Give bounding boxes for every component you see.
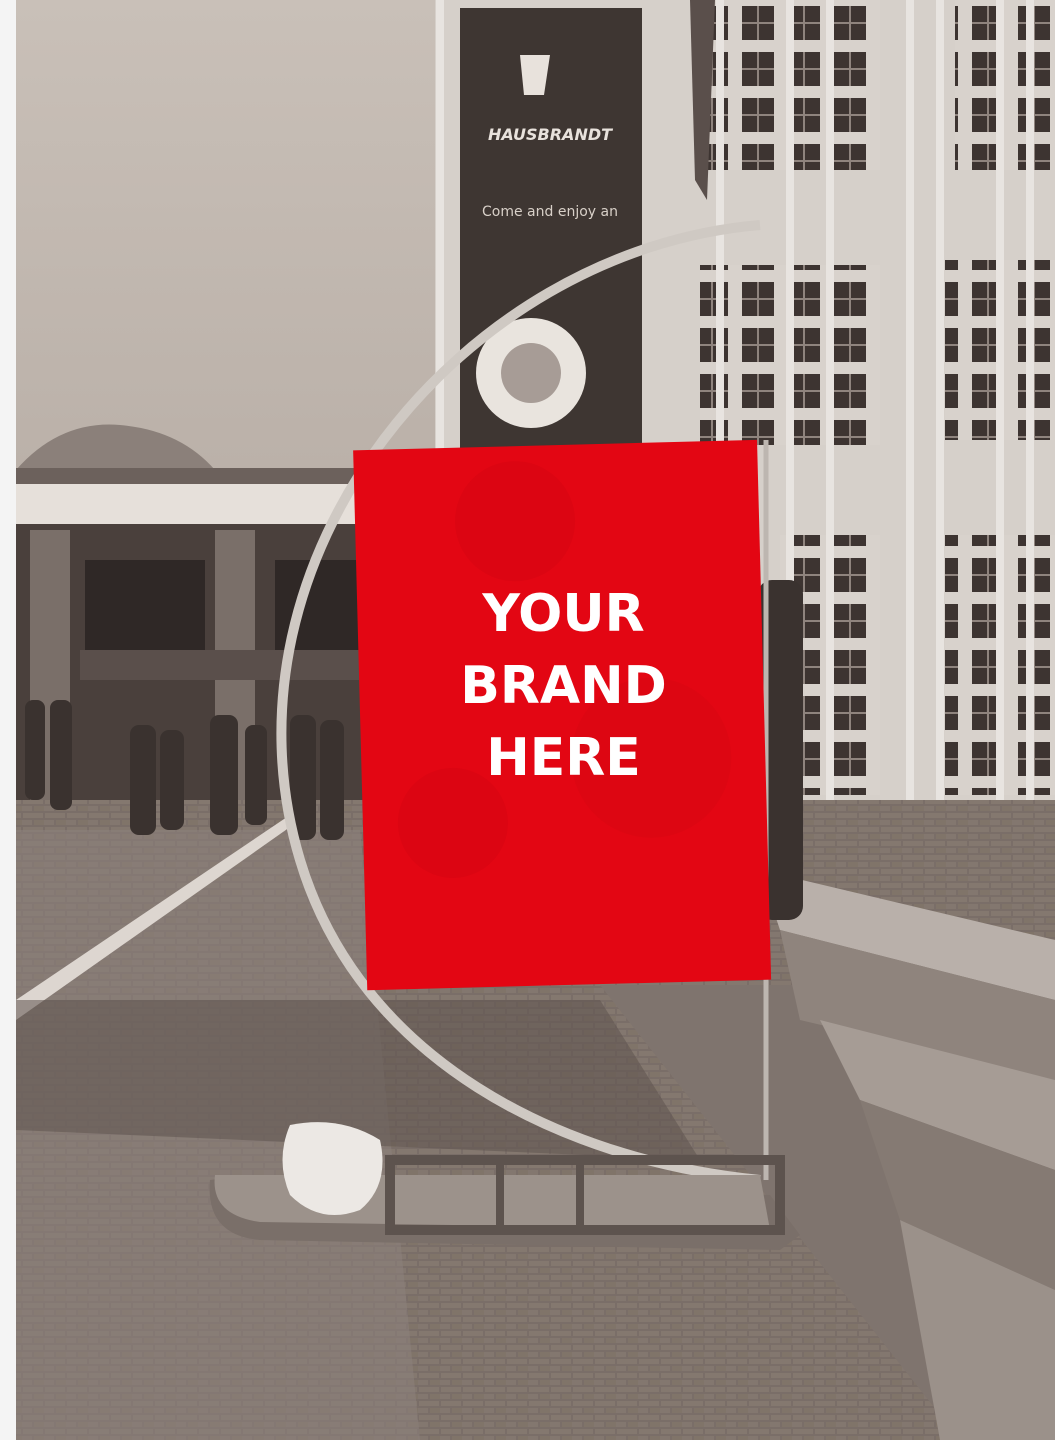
left-margin (0, 0, 16, 1440)
sign-text: YOUR BRAND HERE (371, 578, 756, 794)
sign-line-2: BRAND (460, 656, 667, 716)
sign-line-3: HERE (486, 728, 641, 788)
sandbag (282, 1122, 383, 1215)
sign-line-1: YOUR (482, 584, 645, 644)
banner-brand: HAUSBRANDT (488, 125, 613, 144)
vertical-banner (460, 8, 642, 448)
banner-tagline: Come and enjoy an (482, 204, 618, 220)
